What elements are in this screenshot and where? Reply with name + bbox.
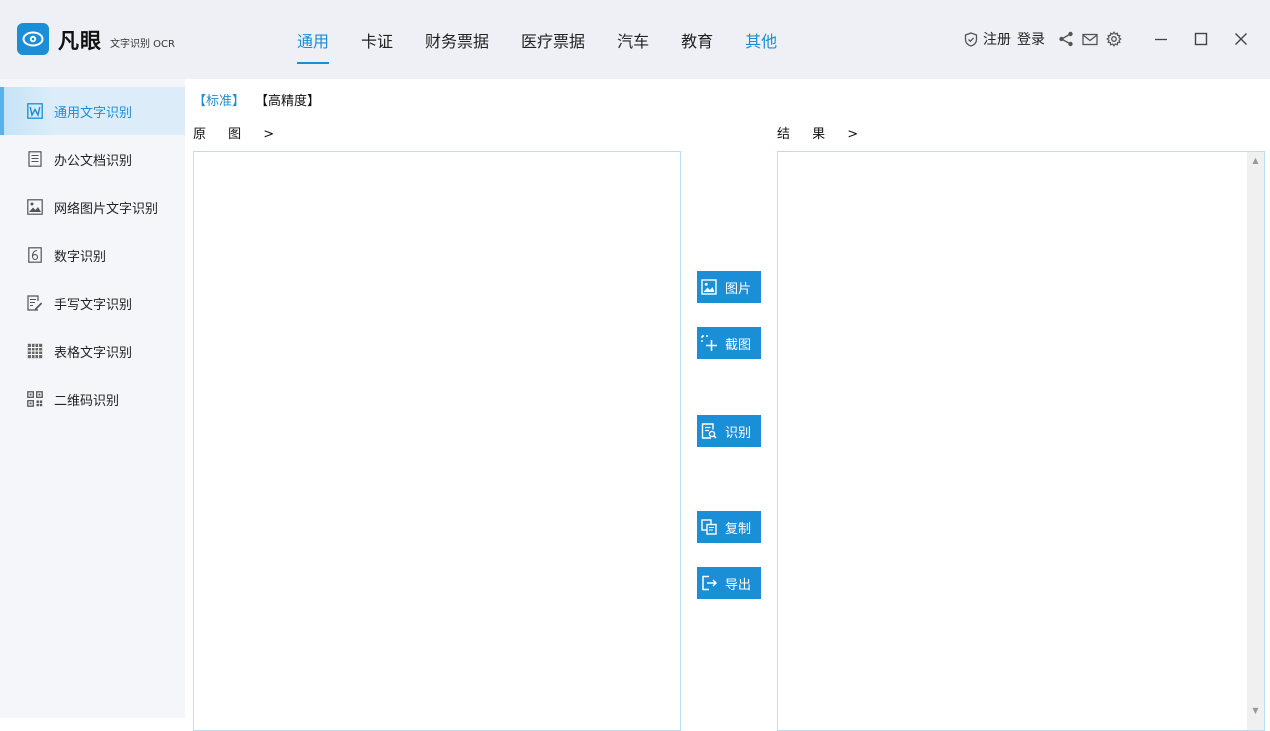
scroll-down-icon[interactable]: ▼ [1247, 702, 1264, 719]
sidebar-item-label: 数字识别 [54, 249, 107, 265]
number-icon [27, 247, 43, 263]
tab-label: 卡证 [361, 31, 394, 51]
word-icon [27, 103, 43, 119]
screenshot-icon [701, 335, 717, 351]
close-icon[interactable] [1230, 28, 1252, 50]
sidebar: 通用文字识别 办公文档识别 网络图片文字识别 数字识别 手写文字识别 表格文字识… [0, 79, 185, 718]
result-pane-title: 结 果 > [777, 127, 868, 142]
copy-button[interactable]: 复制 [697, 511, 761, 543]
image-icon [701, 279, 717, 295]
sidebar-item-label: 二维码识别 [54, 393, 120, 409]
minimize-icon[interactable] [1150, 28, 1172, 50]
button-label: 图片 [725, 281, 752, 297]
screenshot-button[interactable]: 截图 [697, 327, 761, 359]
sidebar-item-label: 办公文档识别 [54, 153, 133, 169]
recognize-button[interactable]: 识别 [697, 415, 761, 447]
table-icon [27, 343, 43, 359]
tab-cards[interactable]: 卡证 [345, 0, 409, 79]
sidebar-item-label: 手写文字识别 [54, 297, 133, 313]
source-image-pane[interactable] [193, 151, 681, 731]
tab-label: 医疗票据 [521, 31, 586, 51]
result-text-pane[interactable]: ▲ ▼ [777, 151, 1265, 731]
mail-icon[interactable] [1082, 33, 1098, 46]
mode-standard[interactable]: 【标准】 [193, 90, 245, 109]
tab-other[interactable]: 其他 [729, 0, 793, 79]
scroll-up-icon[interactable]: ▲ [1247, 152, 1264, 169]
button-label: 导出 [725, 577, 752, 593]
tab-label: 汽车 [617, 31, 650, 51]
sidebar-item-web-image[interactable]: 网络图片文字识别 [0, 183, 185, 231]
sidebar-item-office-doc[interactable]: 办公文档识别 [0, 135, 185, 183]
sidebar-item-handwriting[interactable]: 手写文字识别 [0, 279, 185, 327]
tab-general[interactable]: 通用 [281, 0, 345, 79]
sidebar-item-label: 网络图片文字识别 [54, 201, 159, 217]
document-icon [27, 151, 43, 167]
mode-high-precision[interactable]: 【高精度】 [255, 90, 320, 109]
image-icon [27, 199, 43, 215]
category-nav: 通用 卡证 财务票据 医疗票据 汽车 教育 其他 [281, 0, 793, 79]
tab-education[interactable]: 教育 [665, 0, 729, 79]
export-button[interactable]: 导出 [697, 567, 761, 599]
app-name: 凡眼 [58, 29, 102, 53]
recognize-icon [701, 423, 717, 439]
sidebar-item-label: 通用文字识别 [54, 105, 133, 121]
app-logo-icon [17, 23, 49, 55]
sidebar-item-number[interactable]: 数字识别 [0, 231, 185, 279]
button-label: 截图 [725, 337, 752, 353]
button-label: 复制 [725, 521, 752, 537]
shield-icon [964, 31, 978, 47]
sidebar-item-table[interactable]: 表格文字识别 [0, 327, 185, 375]
tab-label: 财务票据 [425, 31, 490, 51]
handwriting-icon [27, 295, 43, 311]
qrcode-icon [27, 391, 43, 407]
tab-label: 教育 [681, 31, 714, 51]
register-link[interactable]: 注册 [983, 29, 1011, 49]
tab-car[interactable]: 汽车 [601, 0, 665, 79]
result-scrollbar[interactable]: ▲ ▼ [1247, 152, 1264, 730]
sidebar-item-label: 表格文字识别 [54, 345, 133, 361]
export-icon [701, 575, 717, 591]
tab-label: 其他 [745, 31, 778, 51]
tab-finance-receipts[interactable]: 财务票据 [409, 0, 505, 79]
sidebar-item-qrcode[interactable]: 二维码识别 [0, 375, 185, 423]
title-bar: 凡眼 文字识别 OCR 通用 卡证 财务票据 医疗票据 汽车 教育 其他 注册 … [0, 0, 1270, 79]
button-label: 识别 [725, 425, 752, 441]
app-subtitle: 文字识别 OCR [110, 39, 175, 50]
copy-icon [701, 519, 717, 535]
settings-icon[interactable] [1106, 31, 1122, 47]
share-icon[interactable] [1058, 31, 1074, 47]
open-image-button[interactable]: 图片 [697, 271, 761, 303]
source-pane-title: 原 图 > [193, 127, 284, 142]
tab-medical-receipts[interactable]: 医疗票据 [505, 0, 601, 79]
maximize-icon[interactable] [1190, 28, 1212, 50]
login-link[interactable]: 登录 [1017, 29, 1045, 49]
account-area: 注册 登录 [964, 29, 1122, 49]
tab-label: 通用 [297, 31, 330, 51]
sidebar-item-general-ocr[interactable]: 通用文字识别 [0, 87, 185, 135]
